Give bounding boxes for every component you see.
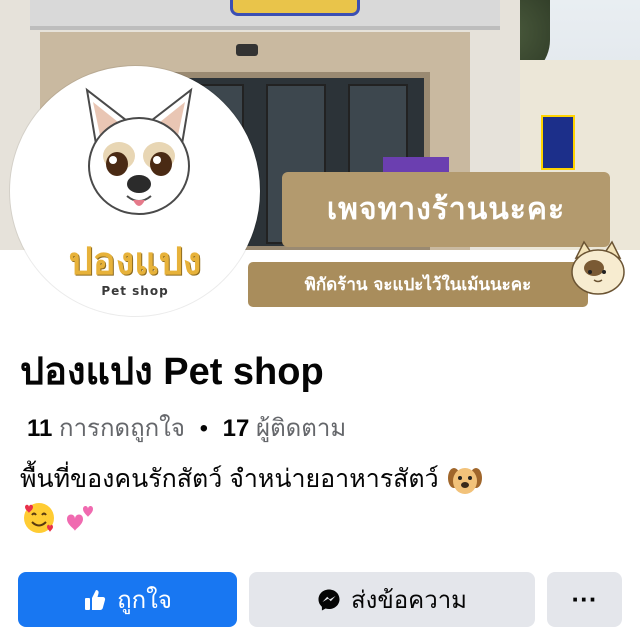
more-options-button[interactable]: ··· (547, 572, 622, 627)
profile-avatar[interactable]: ปองแปง Pet shop (10, 66, 260, 316)
bio-text: พื้นที่ของคนรักสัตว์ จำหน่ายอาหารสัตว์ (20, 465, 439, 493)
page-title: ปองแปง Pet shop (20, 351, 324, 393)
page-stats: 11 การกดถูกใจ • 17 ผู้ติดตาม (27, 408, 346, 447)
send-message-button[interactable]: ส่งข้อความ (249, 572, 535, 627)
two-hearts-emoji-icon (66, 506, 93, 532)
cover-shop-sign (230, 0, 360, 16)
cover-caption-main: เพจทางร้านนะคะ (282, 172, 610, 247)
like-button[interactable]: ถูกใจ (18, 572, 237, 627)
dog-face-emoji-icon (447, 468, 482, 495)
thumbs-up-icon (85, 589, 106, 610)
likes-count[interactable]: 11 (27, 415, 52, 442)
smiling-face-with-hearts-emoji-icon (24, 503, 54, 534)
cover-caption-sub: พิกัดร้าน จะแปะไว้ในเม้นนะคะ (248, 262, 588, 307)
cover-lamp (236, 44, 258, 56)
cover-small-banner (541, 115, 575, 170)
page-bio: พื้นที่ของคนรักสัตว์ จำหน่ายอาหารสัตว์ (20, 460, 630, 536)
chihuahua-logo-icon (85, 87, 193, 215)
stats-separator: • (199, 415, 208, 442)
avatar-brand-subtitle: Pet shop (101, 284, 169, 298)
followers-count[interactable]: 17 (223, 415, 250, 442)
cat-sticker-icon (571, 240, 625, 295)
avatar-brand-name: ปองแปง (68, 239, 202, 283)
likes-label[interactable]: การกดถูกใจ (59, 415, 185, 442)
send-message-label: ส่งข้อความ (350, 587, 467, 614)
like-button-label: ถูกใจ (117, 587, 172, 614)
followers-label[interactable]: ผู้ติดตาม (256, 415, 346, 442)
more-dots-icon: ··· (571, 584, 598, 614)
messenger-icon (318, 589, 340, 610)
